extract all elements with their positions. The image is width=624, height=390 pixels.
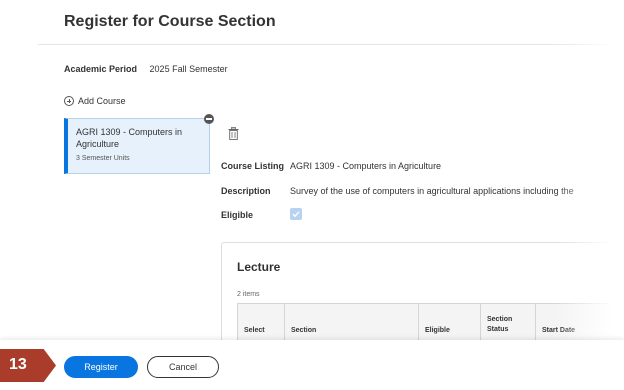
description-label: Description <box>221 186 271 196</box>
course-card[interactable]: AGRI 1309 - Computers in Agriculture 3 S… <box>64 114 214 174</box>
cancel-button[interactable]: Cancel <box>147 356 219 378</box>
remove-course-icon[interactable] <box>204 114 214 124</box>
academic-period-row: Academic Period 2025 Fall Semester <box>64 64 228 74</box>
description-value: Survey of the use of computers in agricu… <box>290 186 574 196</box>
eligible-checkbox[interactable] <box>290 208 302 220</box>
course-name: AGRI 1309 - Computers in Agriculture <box>76 127 183 149</box>
title-divider <box>38 44 624 45</box>
plus-circle-icon <box>64 96 74 106</box>
academic-period-label: Academic Period <box>64 64 138 74</box>
lecture-title: Lecture <box>237 260 281 274</box>
lecture-panel: Lecture 2 items Select Section Eligible … <box>221 242 624 353</box>
add-course-button[interactable]: Add Course <box>64 96 126 106</box>
register-button[interactable]: Register <box>64 356 138 378</box>
academic-period-value: 2025 Fall Semester <box>149 64 228 74</box>
course-listing-value: AGRI 1309 - Computers in Agriculture <box>290 161 442 171</box>
step-number: 13 <box>9 356 27 373</box>
checkmark-icon <box>292 211 300 218</box>
lecture-item-count: 2 items <box>237 291 260 298</box>
course-listing-label: Course Listing <box>221 161 285 171</box>
trash-icon[interactable] <box>228 127 239 145</box>
add-course-label: Add Course <box>78 96 126 106</box>
course-units: 3 Semester Units <box>76 155 130 162</box>
page-title: Register for Course Section <box>64 13 276 30</box>
eligible-label: Eligible <box>221 210 254 220</box>
